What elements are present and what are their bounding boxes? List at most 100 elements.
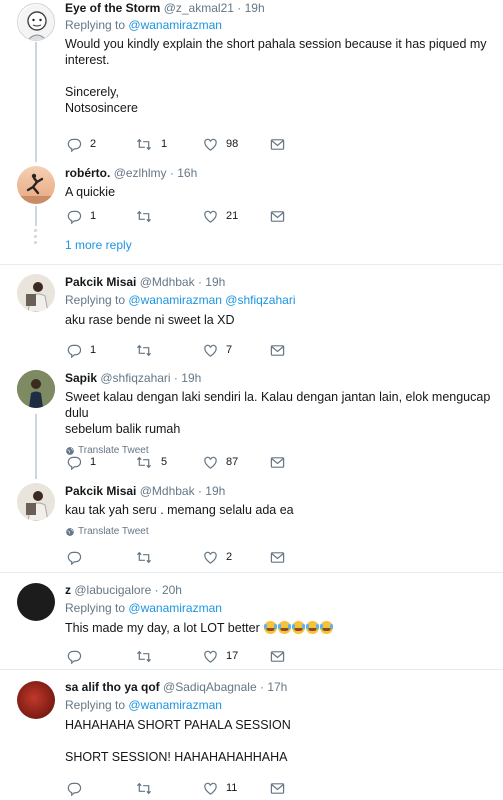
avatar[interactable] xyxy=(17,166,55,204)
replying-to: Replying to @wanamirazman xyxy=(65,698,222,712)
mention-link[interactable]: @wanamirazman xyxy=(128,601,222,615)
display-name[interactable]: z xyxy=(65,583,71,597)
retweet-button[interactable] xyxy=(135,208,161,224)
tweet[interactable]: z @labucigalore · 20h Replying to @wanam… xyxy=(0,573,503,670)
reply-icon xyxy=(67,343,82,358)
tweet-header: z @labucigalore · 20h xyxy=(65,583,182,597)
retweet-button[interactable]: 5 xyxy=(135,454,167,470)
reply-icon xyxy=(67,137,82,152)
timestamp[interactable]: 20h xyxy=(162,583,182,597)
tweet-text: HAHAHAHA SHORT PAHALA SESSION SHORT SESS… xyxy=(65,718,291,764)
tweet-actions: 17 xyxy=(65,648,285,664)
show-more-replies-link[interactable]: 1 more reply xyxy=(65,238,132,252)
avatar[interactable] xyxy=(17,681,55,719)
tweet-header: Eye of the Storm @z_akmal21 · 19h xyxy=(65,1,265,15)
heart-icon xyxy=(203,455,218,470)
direct-message-button[interactable] xyxy=(270,208,285,224)
tweet-actions: 11 xyxy=(65,780,285,796)
retweet-button[interactable] xyxy=(135,780,161,796)
like-button[interactable]: 11 xyxy=(203,780,237,796)
like-button[interactable]: 21 xyxy=(203,208,238,224)
reply-button[interactable]: 1 xyxy=(67,208,96,224)
tweet-actions: 2 xyxy=(65,549,285,565)
tweet-text: This made my day, a lot LOT better xyxy=(65,620,495,636)
tweet[interactable]: Sapik @shfiqzahari · 19h Sweet kalau den… xyxy=(0,358,503,473)
envelope-icon xyxy=(270,649,285,664)
tweet[interactable]: Eye of the Storm @z_akmal21 · 19h Replyi… xyxy=(0,0,503,160)
display-name[interactable]: robérto. xyxy=(65,166,110,180)
avatar[interactable] xyxy=(17,274,55,312)
timestamp[interactable]: 19h xyxy=(205,484,225,498)
timestamp[interactable]: 19h xyxy=(245,1,265,15)
direct-message-button[interactable] xyxy=(270,454,285,470)
reply-button[interactable] xyxy=(67,780,90,796)
tweet[interactable]: Pakcik Misai @Mdhbak · 19h kau tak yah s… xyxy=(0,473,503,573)
timestamp[interactable]: 16h xyxy=(177,166,197,180)
like-button[interactable]: 17 xyxy=(203,648,238,664)
tweet[interactable]: Pakcik Misai @Mdhbak · 19h Replying to @… xyxy=(0,265,503,358)
mention-link[interactable]: @wanamirazman xyxy=(128,293,222,307)
tweet-header: Pakcik Misai @Mdhbak · 19h xyxy=(65,484,226,498)
avatar[interactable] xyxy=(17,483,55,521)
user-handle[interactable]: @Mdhbak xyxy=(140,484,195,498)
user-handle[interactable]: @z_akmal21 xyxy=(164,1,234,15)
mention-link[interactable]: @wanamirazman xyxy=(128,698,222,712)
avatar[interactable] xyxy=(17,583,55,621)
direct-message-button[interactable] xyxy=(270,549,285,565)
replying-to: Replying to @wanamirazman @shfiqzahari xyxy=(65,293,296,307)
user-handle[interactable]: @shfiqzahari xyxy=(100,371,170,385)
display-name[interactable]: Pakcik Misai xyxy=(65,275,136,289)
tweet-text: aku rase bende ni sweet la XD xyxy=(65,313,235,327)
tweet-header: Pakcik Misai @Mdhbak · 19h xyxy=(65,275,226,289)
user-handle[interactable]: @ezlhlmy xyxy=(114,166,167,180)
tears-of-joy-emoji xyxy=(278,621,292,634)
reply-button[interactable] xyxy=(67,549,90,565)
retweet-icon xyxy=(135,649,153,664)
retweet-button[interactable] xyxy=(135,342,161,358)
direct-message-button[interactable] xyxy=(270,136,285,152)
like-button[interactable]: 87 xyxy=(203,454,238,470)
timestamp[interactable]: 17h xyxy=(267,680,287,694)
display-name[interactable]: Eye of the Storm xyxy=(65,1,160,15)
direct-message-button[interactable] xyxy=(270,780,285,796)
reply-button[interactable]: 1 xyxy=(67,342,96,358)
user-handle[interactable]: @SadiqAbagnale xyxy=(163,680,257,694)
display-name[interactable]: Sapik xyxy=(65,371,97,385)
heart-icon xyxy=(203,550,218,565)
tears-of-joy-emoji xyxy=(320,621,334,634)
timestamp[interactable]: 19h xyxy=(181,371,201,385)
translate-tweet-link[interactable]: Translate Tweet xyxy=(65,525,495,539)
avatar[interactable] xyxy=(17,3,55,41)
tweet[interactable]: sa alif tho ya qof @SadiqAbagnale · 17h … xyxy=(0,670,503,800)
user-handle[interactable]: @Mdhbak xyxy=(140,275,195,289)
retweet-icon xyxy=(135,781,153,796)
display-name[interactable]: Pakcik Misai xyxy=(65,484,136,498)
direct-message-button[interactable] xyxy=(270,648,285,664)
retweet-button[interactable] xyxy=(135,648,161,664)
user-handle[interactable]: @labucigalore xyxy=(74,583,151,597)
retweet-icon xyxy=(135,455,153,470)
reply-button[interactable]: 1 xyxy=(67,454,96,470)
heart-icon xyxy=(203,343,218,358)
mention-link[interactable]: @shfiqzahari xyxy=(225,293,295,307)
mention-link[interactable]: @wanamirazman xyxy=(128,18,222,32)
avatar[interactable] xyxy=(17,370,55,408)
tweet-header: Sapik @shfiqzahari · 19h xyxy=(65,371,202,385)
retweet-button[interactable] xyxy=(135,549,161,565)
retweet-button[interactable]: 1 xyxy=(135,136,167,152)
heart-icon xyxy=(203,137,218,152)
reply-icon xyxy=(67,781,82,796)
display-name[interactable]: sa alif tho ya qof xyxy=(65,680,160,694)
like-button[interactable]: 7 xyxy=(203,342,232,358)
reply-button[interactable] xyxy=(67,648,90,664)
reply-button[interactable]: 2 xyxy=(67,136,96,152)
tweet-text: Sweet kalau dengan laki sendiri la. Kala… xyxy=(65,390,491,436)
direct-message-button[interactable] xyxy=(270,342,285,358)
reply-icon xyxy=(67,649,82,664)
like-button[interactable]: 98 xyxy=(203,136,238,152)
like-button[interactable]: 2 xyxy=(203,549,232,565)
tweet-text: Would you kindly explain the short pahal… xyxy=(65,37,487,115)
timestamp[interactable]: 19h xyxy=(205,275,225,289)
retweet-icon xyxy=(135,550,153,565)
reply-icon xyxy=(67,455,82,470)
